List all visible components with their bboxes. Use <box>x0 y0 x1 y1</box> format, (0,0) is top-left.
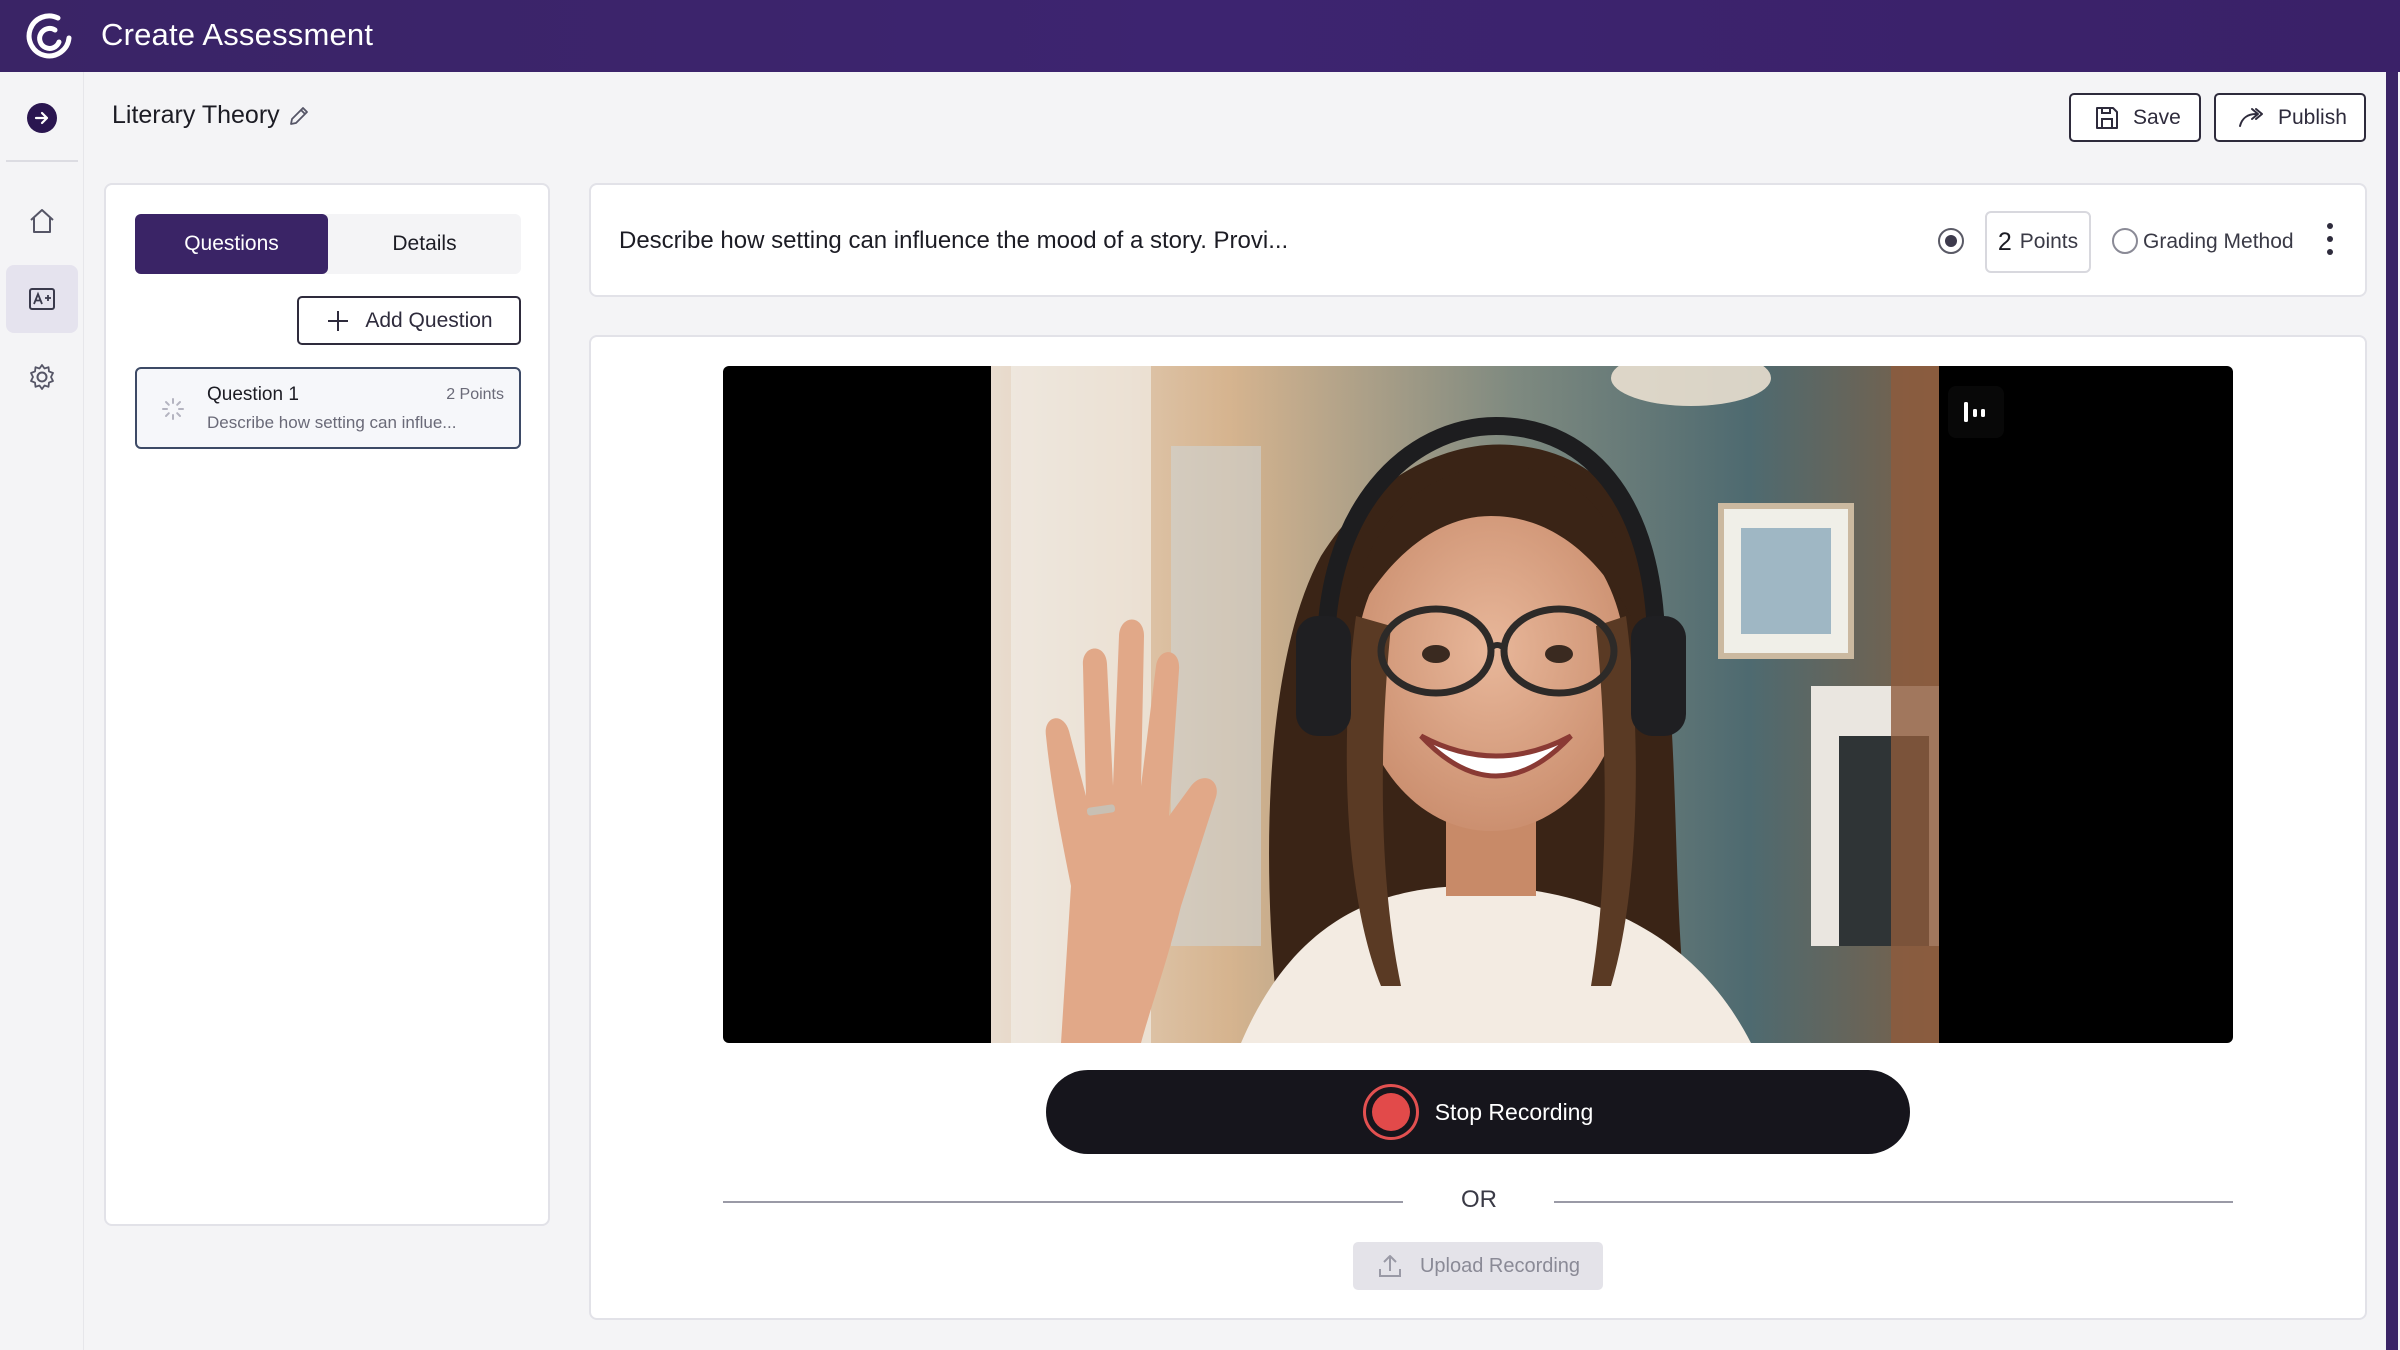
panel-tabs: Questions Details <box>135 214 521 274</box>
question-item-description: Describe how setting can influe... <box>207 413 457 432</box>
grade-icon <box>29 288 55 310</box>
add-question-label: Add Question <box>365 308 493 332</box>
scrollbar-thumb[interactable] <box>2386 72 2398 1350</box>
record-icon <box>1362 1084 1419 1140</box>
upload-icon <box>1378 1255 1401 1277</box>
stop-recording-label: Stop Recording <box>1434 1098 1594 1125</box>
webcam-image <box>991 366 1939 1043</box>
expand-sidebar-button[interactable] <box>27 103 57 133</box>
top-bar: Create Assessment <box>0 0 2400 72</box>
left-rail <box>0 72 84 1350</box>
spinner-icon <box>162 398 184 420</box>
upload-recording-button[interactable]: Upload Recording <box>1353 1242 1603 1290</box>
points-value: 2 <box>1997 227 2012 256</box>
points-radio[interactable] <box>1938 228 1964 254</box>
pencil-icon[interactable] <box>287 104 311 128</box>
tab-questions[interactable]: Questions <box>135 214 328 274</box>
question-item-points: 2 Points <box>446 386 504 403</box>
video-preview <box>723 366 2233 1043</box>
upload-recording-label: Upload Recording <box>1419 1254 1581 1277</box>
question-item-title: Question 1 <box>207 384 299 405</box>
app-title: Create Assessment <box>101 17 374 52</box>
sidebar-item-assessments[interactable] <box>6 265 78 333</box>
question-list-item[interactable]: Question 1 2 Points Describe how setting… <box>135 367 521 449</box>
sidebar-item-settings[interactable] <box>6 343 78 411</box>
rail-divider <box>6 160 78 162</box>
pause-icon <box>1964 402 1985 422</box>
share-icon <box>2239 107 2263 127</box>
grading-method-label: Grading Method <box>2143 230 2294 253</box>
home-icon <box>30 209 54 233</box>
publish-button[interactable]: Publish <box>2214 93 2366 142</box>
questions-panel: Questions Details Add Question Question … <box>104 183 550 1226</box>
tab-details[interactable]: Details <box>328 214 521 274</box>
pause-button[interactable] <box>1948 386 2004 438</box>
assessment-title: Literary Theory <box>112 101 280 129</box>
kebab-icon[interactable] <box>2324 220 2336 260</box>
save-icon <box>2096 106 2118 129</box>
divider-right <box>1554 1201 2233 1203</box>
arrow-right-icon <box>34 111 49 125</box>
points-unit: Points <box>2019 230 2079 253</box>
gear-icon <box>30 364 54 390</box>
webcam-frame <box>991 366 1939 1043</box>
points-field[interactable]: 2 Points <box>1985 211 2091 273</box>
save-button[interactable]: Save <box>2069 93 2201 142</box>
add-question-button[interactable]: Add Question <box>297 296 521 345</box>
question-header: Describe how setting can influence the m… <box>589 183 2367 297</box>
plus-icon <box>328 310 349 331</box>
logo-icon[interactable] <box>25 12 75 60</box>
sidebar-item-home[interactable] <box>6 187 78 255</box>
grading-method-radio[interactable] <box>2112 228 2138 254</box>
publish-label: Publish <box>2278 105 2347 129</box>
stop-recording-button[interactable]: Stop Recording <box>1046 1070 1910 1154</box>
divider-left <box>723 1201 1403 1203</box>
or-separator: OR <box>1461 1186 1497 1213</box>
question-text[interactable]: Describe how setting can influence the m… <box>619 227 1288 255</box>
save-label: Save <box>2133 105 2181 129</box>
